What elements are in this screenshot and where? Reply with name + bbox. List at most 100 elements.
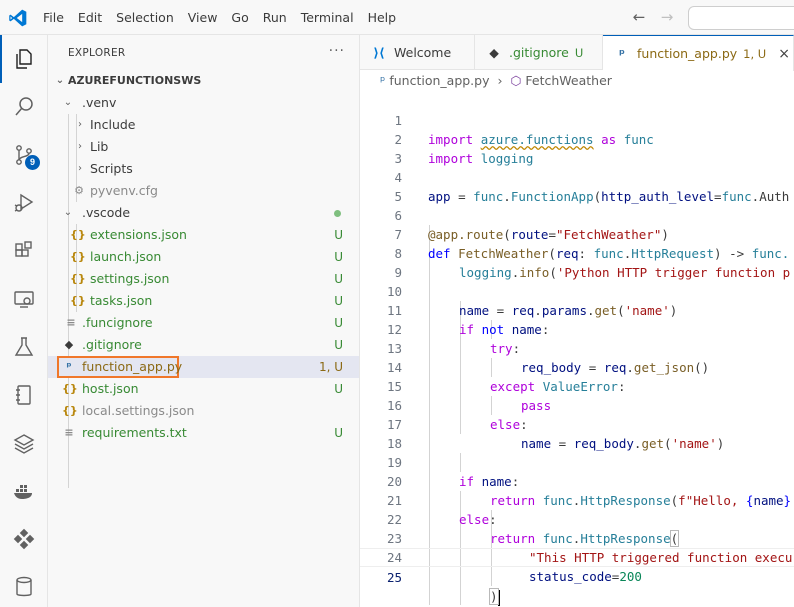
folder-lib[interactable]: › Lib bbox=[48, 136, 359, 158]
explorer-icon[interactable] bbox=[0, 35, 48, 83]
tree-item-label: Lib bbox=[90, 139, 109, 154]
docker-icon[interactable] bbox=[0, 467, 48, 515]
text-file-icon: ≡ bbox=[66, 316, 76, 329]
json-braces-icon: {} bbox=[70, 250, 86, 263]
code-line: 10 name = req.params.get('name') bbox=[360, 263, 794, 318]
database-icon[interactable] bbox=[0, 563, 48, 607]
navigation-arrows: ← → bbox=[630, 8, 676, 26]
git-status-badge: U bbox=[334, 338, 343, 352]
folder-scripts[interactable]: › Scripts bbox=[48, 158, 359, 180]
folder-vscode[interactable]: ⌄ .vscode bbox=[48, 202, 359, 224]
code-line: 4 app = func.FunctionApp(http_auth_level… bbox=[360, 149, 794, 204]
menu-terminal[interactable]: Terminal bbox=[294, 0, 361, 35]
vscode-logo-icon bbox=[9, 9, 27, 27]
tree-item-label: .vscode bbox=[82, 205, 131, 220]
file-function-app-py[interactable]: ᵖ function_app.py 1, U bbox=[48, 356, 359, 378]
text-cursor bbox=[497, 589, 500, 606]
text-file-icon: ≡ bbox=[64, 426, 74, 439]
layers-icon[interactable] bbox=[0, 419, 48, 467]
remote-explorer-icon[interactable] bbox=[0, 275, 48, 323]
folder-venv[interactable]: ⌄ .venv bbox=[48, 92, 359, 114]
menu-run[interactable]: Run bbox=[256, 0, 294, 35]
workspace-root-label: AZUREFUNCTIONSWS bbox=[68, 74, 202, 87]
python-icon: ᵖ bbox=[66, 360, 72, 373]
chevron-down-icon: ⌄ bbox=[63, 97, 73, 108]
modified-dot-icon bbox=[334, 210, 341, 217]
workspace-root-folder[interactable]: ⌄ AZUREFUNCTIONSWS bbox=[48, 70, 359, 92]
tree-item-label: function_app.py bbox=[82, 359, 183, 374]
file-local-settings-json[interactable]: {} local.settings.json bbox=[48, 400, 359, 422]
source-control-badge: 9 bbox=[25, 155, 40, 170]
git-status-badge: U bbox=[334, 228, 343, 242]
tab-welcome[interactable]: ⟩⟨ Welcome bbox=[360, 35, 475, 70]
chevron-right-icon: › bbox=[78, 163, 82, 174]
python-icon: ᵖ bbox=[619, 46, 625, 61]
code-line: 6 @app.route(route="FetchWeather") bbox=[360, 187, 794, 242]
code-line: 21 else: bbox=[360, 472, 794, 527]
tree-item-label: .venv bbox=[82, 95, 117, 110]
json-braces-icon: {} bbox=[62, 404, 78, 417]
explorer-header: EXPLORER ··· bbox=[48, 35, 359, 70]
testing-flask-icon[interactable] bbox=[0, 323, 48, 371]
file-extensions-json[interactable]: {} extensions.json U bbox=[48, 224, 359, 246]
git-status-badge: U bbox=[334, 426, 343, 440]
tab-gitignore[interactable]: ◆ .gitignore U bbox=[475, 35, 603, 70]
breadcrumb-file[interactable]: function_app.py bbox=[389, 73, 489, 88]
git-file-icon: ◆ bbox=[64, 338, 74, 351]
git-status-badge: U bbox=[334, 382, 343, 396]
tab-function-app-py[interactable]: ᵖ function_app.py 1, U × bbox=[603, 35, 794, 71]
tree-item-label: pyvenv.cfg bbox=[90, 183, 158, 198]
file-settings-json[interactable]: {} settings.json U bbox=[48, 268, 359, 290]
back-arrow-icon[interactable]: ← bbox=[630, 8, 648, 26]
code-line: 1 import azure.functions as func bbox=[360, 92, 794, 147]
json-braces-icon: {} bbox=[62, 382, 78, 395]
folder-include[interactable]: › Include bbox=[48, 114, 359, 136]
file-gitignore[interactable]: ◆ .gitignore U bbox=[48, 334, 359, 356]
search-icon[interactable] bbox=[0, 83, 48, 131]
close-icon[interactable]: × bbox=[778, 46, 790, 62]
code-line: 14 except ValueError: bbox=[360, 339, 794, 394]
breadcrumb-symbol[interactable]: FetchWeather bbox=[525, 73, 612, 88]
code-editor[interactable]: 1 import azure.functions as func 2 impor… bbox=[360, 92, 794, 607]
file-tasks-json[interactable]: {} tasks.json U bbox=[48, 290, 359, 312]
file-funcignore[interactable]: ≡ .funcignore U bbox=[48, 312, 359, 334]
code-line: 22 return func.HttpResponse( bbox=[360, 491, 794, 547]
file-requirements-txt[interactable]: ≡ requirements.txt U bbox=[48, 422, 359, 444]
editor-area: ⟩⟨ Welcome ◆ .gitignore U ᵖ function_app… bbox=[360, 35, 794, 607]
git-status-badge: U bbox=[574, 45, 584, 60]
vscode-logo-icon: ⟩⟨ bbox=[373, 45, 385, 60]
azure-icon[interactable] bbox=[0, 515, 48, 563]
command-center-search[interactable] bbox=[688, 6, 794, 30]
tree-item-label: Scripts bbox=[90, 161, 133, 176]
tree-item-label: .gitignore bbox=[82, 337, 142, 352]
menu-go[interactable]: Go bbox=[224, 0, 255, 35]
run-debug-icon[interactable] bbox=[0, 179, 48, 227]
source-control-icon[interactable]: 9 bbox=[0, 131, 48, 179]
menu-help[interactable]: Help bbox=[361, 0, 404, 35]
menu-selection[interactable]: Selection bbox=[109, 0, 181, 35]
menu-edit[interactable]: Edit bbox=[71, 0, 109, 35]
code-line: 20 return func.HttpResponse(f"Hello, {na… bbox=[360, 453, 794, 508]
more-actions-icon[interactable]: ··· bbox=[329, 43, 345, 59]
code-line: 19 if name: bbox=[360, 434, 794, 489]
code-line: 24 status_code=200 bbox=[360, 529, 794, 584]
menu-view[interactable]: View bbox=[181, 0, 225, 35]
git-status-badge: U bbox=[334, 250, 343, 264]
file-pyvenv-cfg[interactable]: ⚙ pyvenv.cfg bbox=[48, 180, 359, 202]
chevron-right-icon: › bbox=[78, 141, 82, 152]
code-line: 7 def FetchWeather(req: func.HttpRequest… bbox=[360, 206, 794, 261]
file-launch-json[interactable]: {} launch.json U bbox=[48, 246, 359, 268]
code-line-current: 25 ) bbox=[360, 548, 794, 606]
activity-bar: 9 bbox=[0, 35, 48, 607]
code-line: 2 import logging bbox=[360, 111, 794, 166]
menu-file[interactable]: File bbox=[36, 0, 71, 35]
explorer-sidebar: EXPLORER ··· ⌄ AZUREFUNCTIONSWS ⌄ .venv … bbox=[48, 35, 360, 607]
extensions-icon[interactable] bbox=[0, 227, 48, 275]
git-status-badge: 1, U bbox=[743, 46, 767, 61]
forward-arrow-icon[interactable]: → bbox=[658, 8, 676, 26]
gear-icon: ⚙ bbox=[74, 184, 84, 197]
json-braces-icon: {} bbox=[70, 272, 86, 285]
file-host-json[interactable]: {} host.json U bbox=[48, 378, 359, 400]
symbol-class-icon: ⬡ bbox=[510, 73, 522, 88]
notebook-icon[interactable] bbox=[0, 371, 48, 419]
